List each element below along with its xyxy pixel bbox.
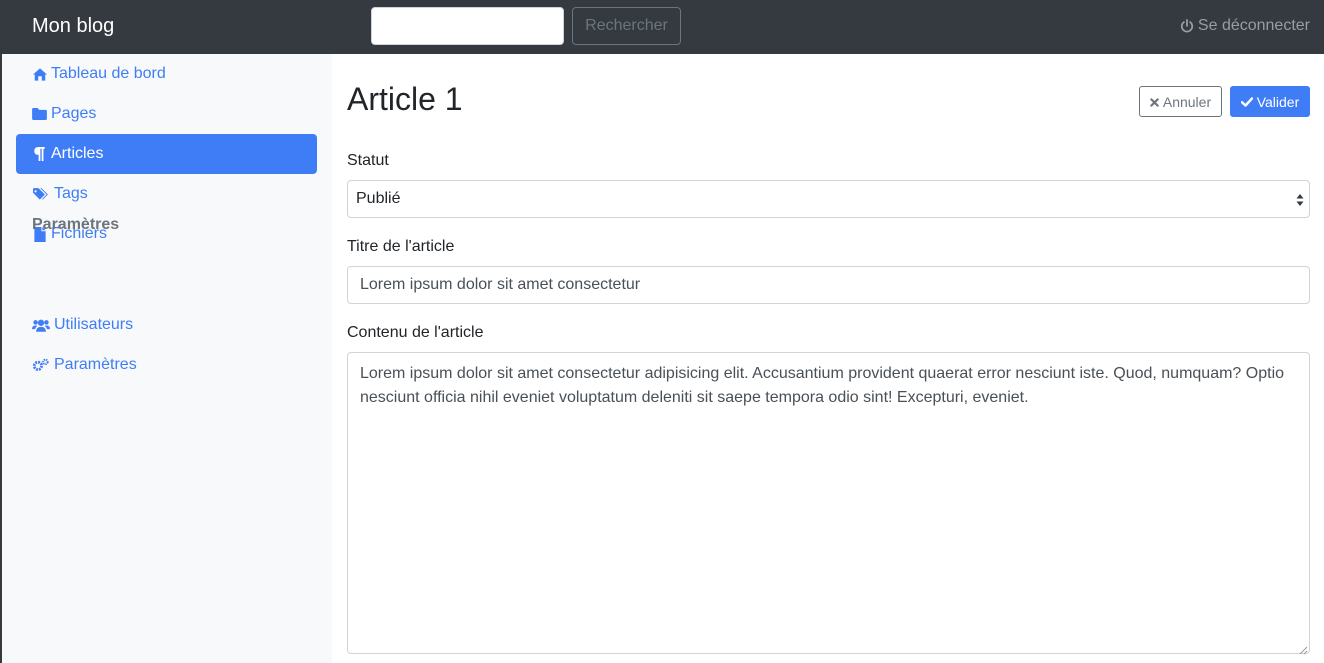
validate-label: Valider [1256,93,1300,110]
sidebar-item-pages[interactable]: Pages [16,94,317,134]
sidebar-item-tags[interactable]: Tags [16,174,317,214]
sidebar-item-dashboard[interactable]: Tableau de bord [16,54,317,94]
close-icon [1150,94,1159,110]
select-arrows-icon [1295,191,1305,209]
status-label: Statut [347,152,389,169]
sidebar-item-label: Tableau de bord [51,65,166,82]
paragraph-icon [32,147,47,162]
cancel-label: Annuler [1162,93,1212,110]
power-icon [1180,19,1194,33]
top-navbar: Mon blog Rechercher Se déconnecter [0,0,1324,54]
article-title-input[interactable] [347,266,1310,304]
users-icon [32,318,50,333]
article-content-textarea[interactable]: Lorem ipsum dolor sit amet consectetur a… [347,352,1310,654]
cogs-icon [32,358,50,373]
resize-handle-icon[interactable] [1298,642,1308,655]
sidebar-section-heading: Paramètres [32,216,120,233]
sidebar-item-articles[interactable]: Articles [16,134,317,174]
page-title: Article 1 [347,81,463,117]
folder-icon [32,107,47,122]
sidebar-item-label: Articles [51,145,104,162]
sidebar-item-label: Paramètres [54,356,137,373]
tags-icon [32,187,50,202]
status-selected-value: Publié [356,190,401,207]
brand-logo[interactable]: Mon blog [32,13,114,39]
sidebar-item-label: Utilisateurs [54,316,134,333]
check-icon [1240,94,1253,110]
cancel-button[interactable]: Annuler [1139,86,1222,117]
home-icon [32,67,47,82]
sidebar-item-label: Tags [54,185,88,202]
article-content-label: Contenu de l'article [347,324,484,341]
search-input[interactable] [371,7,564,45]
search-button[interactable]: Rechercher [572,7,681,45]
sidebar-item-settings[interactable]: Paramètres [16,345,317,385]
sidebar-item-users[interactable]: Utilisateurs [16,305,317,345]
validate-button[interactable]: Valider [1230,86,1310,117]
logout-link[interactable]: Se déconnecter [1180,15,1310,37]
status-select[interactable]: Publié [347,180,1310,218]
sidebar-item-label: Pages [51,105,97,122]
logout-label: Se déconnecter [1197,17,1310,34]
article-title-label: Titre de l'article [347,238,455,255]
